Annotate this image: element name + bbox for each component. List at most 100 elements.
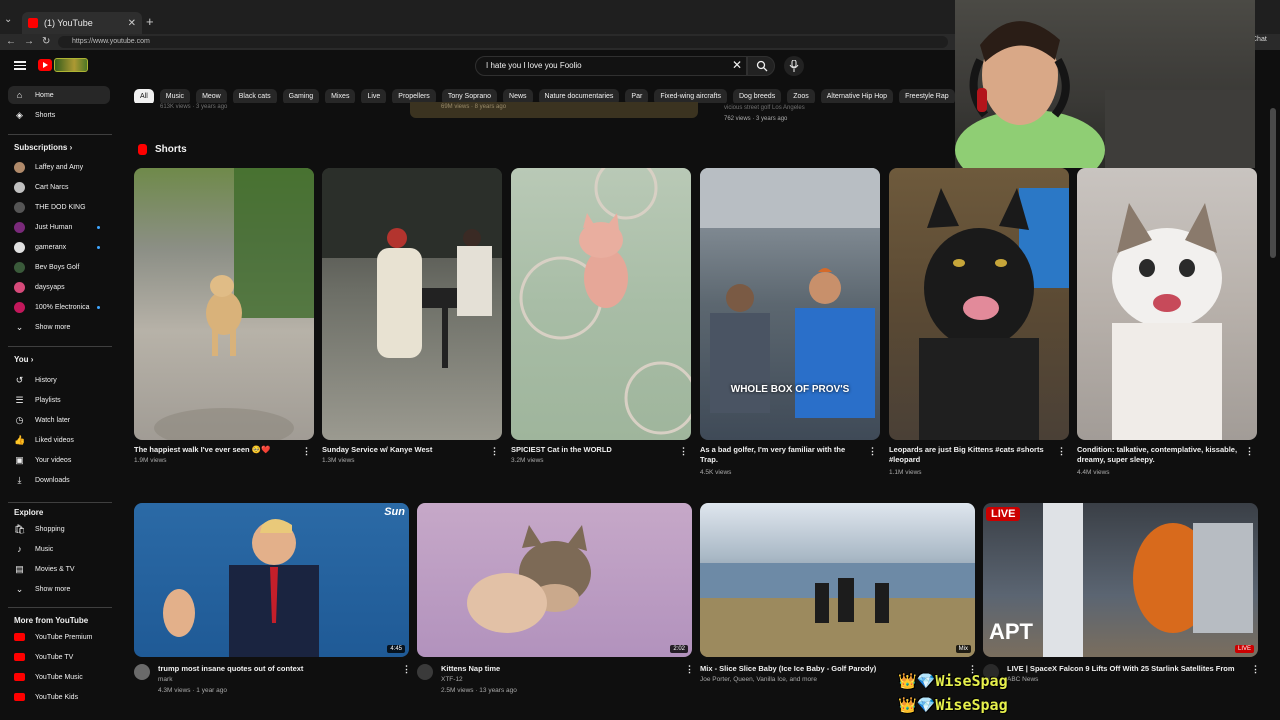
short-title[interactable]: Leopards are just Big Kittens #cats #sho…	[889, 445, 1054, 465]
more-options-icon[interactable]: ⋮	[868, 446, 877, 457]
sidebar-item-movies-tv[interactable]: ▤ Movies & TV	[8, 560, 110, 578]
sidebar-item-youtube-music[interactable]: YouTube Music	[8, 668, 110, 686]
chip-zoos[interactable]: Zoos	[787, 89, 815, 103]
avatar	[14, 221, 25, 233]
sidebar-item-history[interactable]: ↺ History	[8, 371, 110, 389]
chip-fixed-wing-aircrafts[interactable]: Fixed-wing aircrafts	[654, 89, 727, 103]
sidebar-item-youtube-kids[interactable]: YouTube Kids	[8, 688, 110, 706]
history-icon: ↺	[15, 374, 24, 385]
sidebar-item-downloads[interactable]: ⤓ Downloads	[8, 471, 110, 489]
sidebar-item-your-videos[interactable]: ▣ Your videos	[8, 451, 110, 469]
search-button[interactable]	[747, 56, 775, 76]
sidebar-item-subscription[interactable]: Laffey and Amy	[8, 158, 110, 176]
video-channel[interactable]: ABC News	[1007, 676, 1038, 683]
short-thumbnail[interactable]	[511, 168, 691, 440]
sidebar-item-subscription[interactable]: Bev Boys Golf	[8, 258, 110, 276]
forward-icon[interactable]: →	[24, 34, 34, 50]
sidebar-item-label: Bev Boys Golf	[35, 263, 80, 271]
browser-tab[interactable]: (1) YouTube ✕	[22, 12, 142, 34]
url-field[interactable]: https://www.youtube.com	[58, 36, 948, 48]
more-options-icon[interactable]: ⋮	[679, 446, 688, 457]
chip-gaming[interactable]: Gaming	[282, 89, 320, 103]
video-thumbnail[interactable]: 2:02	[417, 503, 692, 657]
short-thumbnail[interactable]	[1077, 168, 1257, 440]
short-title[interactable]: Sunday Service w/ Kanye West	[322, 445, 487, 455]
sidebar-item-music[interactable]: ♪ Music	[8, 540, 110, 558]
show-more-button[interactable]: ⌄ Show more	[8, 318, 110, 336]
short-thumbnail[interactable]	[889, 168, 1069, 440]
reload-icon[interactable]: ↻	[42, 34, 50, 50]
more-options-icon[interactable]: ⋮	[402, 664, 411, 675]
short-title[interactable]: Condition: talkative, contemplative, kis…	[1077, 445, 1242, 465]
sidebar-item-shopping[interactable]: 🛍 Shopping	[8, 520, 110, 538]
tab-close-icon[interactable]: ✕	[128, 18, 136, 29]
short-thumbnail[interactable]: WHOLE BOX OF PROV'S	[700, 168, 880, 440]
chip-news[interactable]: News	[503, 89, 533, 103]
you-heading[interactable]: You ›	[14, 355, 33, 364]
menu-icon[interactable]	[14, 59, 26, 71]
chip-tony-soprano[interactable]: Tony Soprano	[441, 89, 498, 103]
duration-badge: 2:02	[670, 645, 688, 653]
youtube-logo[interactable]	[38, 58, 90, 72]
chip-meow[interactable]: Meow	[196, 89, 227, 103]
clear-search-icon[interactable]: ✕	[732, 58, 742, 72]
voice-search-button[interactable]	[784, 56, 804, 76]
chip-dog-breeds[interactable]: Dog breeds	[733, 89, 782, 103]
sidebar-item-home[interactable]: ⌂ Home	[8, 86, 110, 104]
chip-propellers[interactable]: Propellers	[392, 89, 436, 103]
sidebar-item-youtube-tv[interactable]: YouTube TV	[8, 648, 110, 666]
search-input[interactable]: I hate you I love you Foolio	[475, 56, 747, 76]
divider	[8, 607, 112, 608]
chip-music[interactable]: Music	[159, 89, 191, 103]
sidebar-item-playlists[interactable]: ☰ Playlists	[8, 391, 110, 409]
subscriptions-heading[interactable]: Subscriptions ›	[14, 143, 72, 152]
video-title[interactable]: LIVE | SpaceX Falcon 9 Lifts Off With 25…	[1007, 664, 1247, 674]
more-options-icon[interactable]: ⋮	[1245, 446, 1254, 457]
short-title[interactable]: SPICIEST Cat in the WORLD	[511, 445, 676, 455]
tab-search-icon[interactable]: ⌄	[4, 14, 16, 28]
sidebar-item-subscription[interactable]: Cart Narcs	[8, 178, 110, 196]
short-title[interactable]: As a bad golfer, I'm very familiar with …	[700, 445, 865, 465]
video-thumbnail[interactable]: Sun 4:45	[134, 503, 409, 657]
short-thumbnail[interactable]	[134, 168, 314, 440]
chip-freestyle-rap[interactable]: Freestyle Rap	[899, 89, 955, 103]
chip-alternative-hip-hop[interactable]: Alternative Hip Hop	[820, 89, 894, 103]
sidebar-item-subscription[interactable]: gameranx	[8, 238, 110, 256]
sidebar-item-subscription[interactable]: 100% Electronica	[8, 298, 110, 316]
short-thumbnail[interactable]	[322, 168, 502, 440]
sidebar-item-label: gameranx	[35, 243, 67, 251]
sidebar-item-subscription[interactable]: daysyaps	[8, 278, 110, 296]
sidebar: ⌂ Home ◈ Shorts Subscriptions › Laffey a…	[0, 84, 122, 720]
back-icon[interactable]: ←	[6, 34, 16, 50]
chip-par[interactable]: Par	[625, 89, 649, 103]
new-tab-icon[interactable]: +	[146, 14, 154, 29]
video-thumbnail[interactable]: LIVE APT LIVE	[983, 503, 1258, 657]
short-title[interactable]: The happiest walk I've ever seen 🥺❤️	[134, 445, 299, 455]
chip-black-cats[interactable]: Black cats	[232, 89, 277, 103]
sidebar-item-shorts[interactable]: ◈ Shorts	[8, 106, 110, 124]
video-channel[interactable]: mark	[158, 676, 172, 683]
more-options-icon[interactable]: ⋮	[490, 446, 499, 457]
chip-mixes[interactable]: Mixes	[325, 89, 356, 103]
sidebar-item-youtube-premium[interactable]: YouTube Premium	[8, 628, 110, 646]
scrollbar[interactable]	[1270, 108, 1276, 258]
channel-avatar[interactable]	[134, 664, 150, 680]
chip-all[interactable]: All	[134, 89, 154, 103]
explore-show-more-button[interactable]: ⌄ Show more	[8, 580, 110, 598]
chip-live[interactable]: Live	[361, 89, 387, 103]
video-title[interactable]: Kittens Nap time	[441, 664, 681, 674]
sidebar-item-watch-later[interactable]: ◷ Watch later	[8, 411, 110, 429]
video-channel[interactable]: XTF-12	[441, 676, 463, 683]
channel-avatar[interactable]	[417, 664, 433, 680]
more-options-icon[interactable]: ⋮	[1251, 664, 1260, 675]
video-channel[interactable]: Joe Porter, Queen, Vanilla Ice, and more	[700, 676, 817, 683]
chip-nature-documentaries[interactable]: Nature documentaries	[538, 89, 620, 103]
sidebar-item-subscription[interactable]: THE DOD KING	[8, 198, 110, 216]
more-options-icon[interactable]: ⋮	[685, 664, 694, 675]
more-options-icon[interactable]: ⋮	[1057, 446, 1066, 457]
sidebar-item-subscription[interactable]: Just Human	[8, 218, 110, 236]
sidebar-item-liked-videos[interactable]: 👍 Liked videos	[8, 431, 110, 449]
video-title[interactable]: trump most insane quotes out of context	[158, 664, 398, 674]
video-thumbnail[interactable]: Mix	[700, 503, 975, 657]
more-options-icon[interactable]: ⋮	[302, 446, 311, 457]
